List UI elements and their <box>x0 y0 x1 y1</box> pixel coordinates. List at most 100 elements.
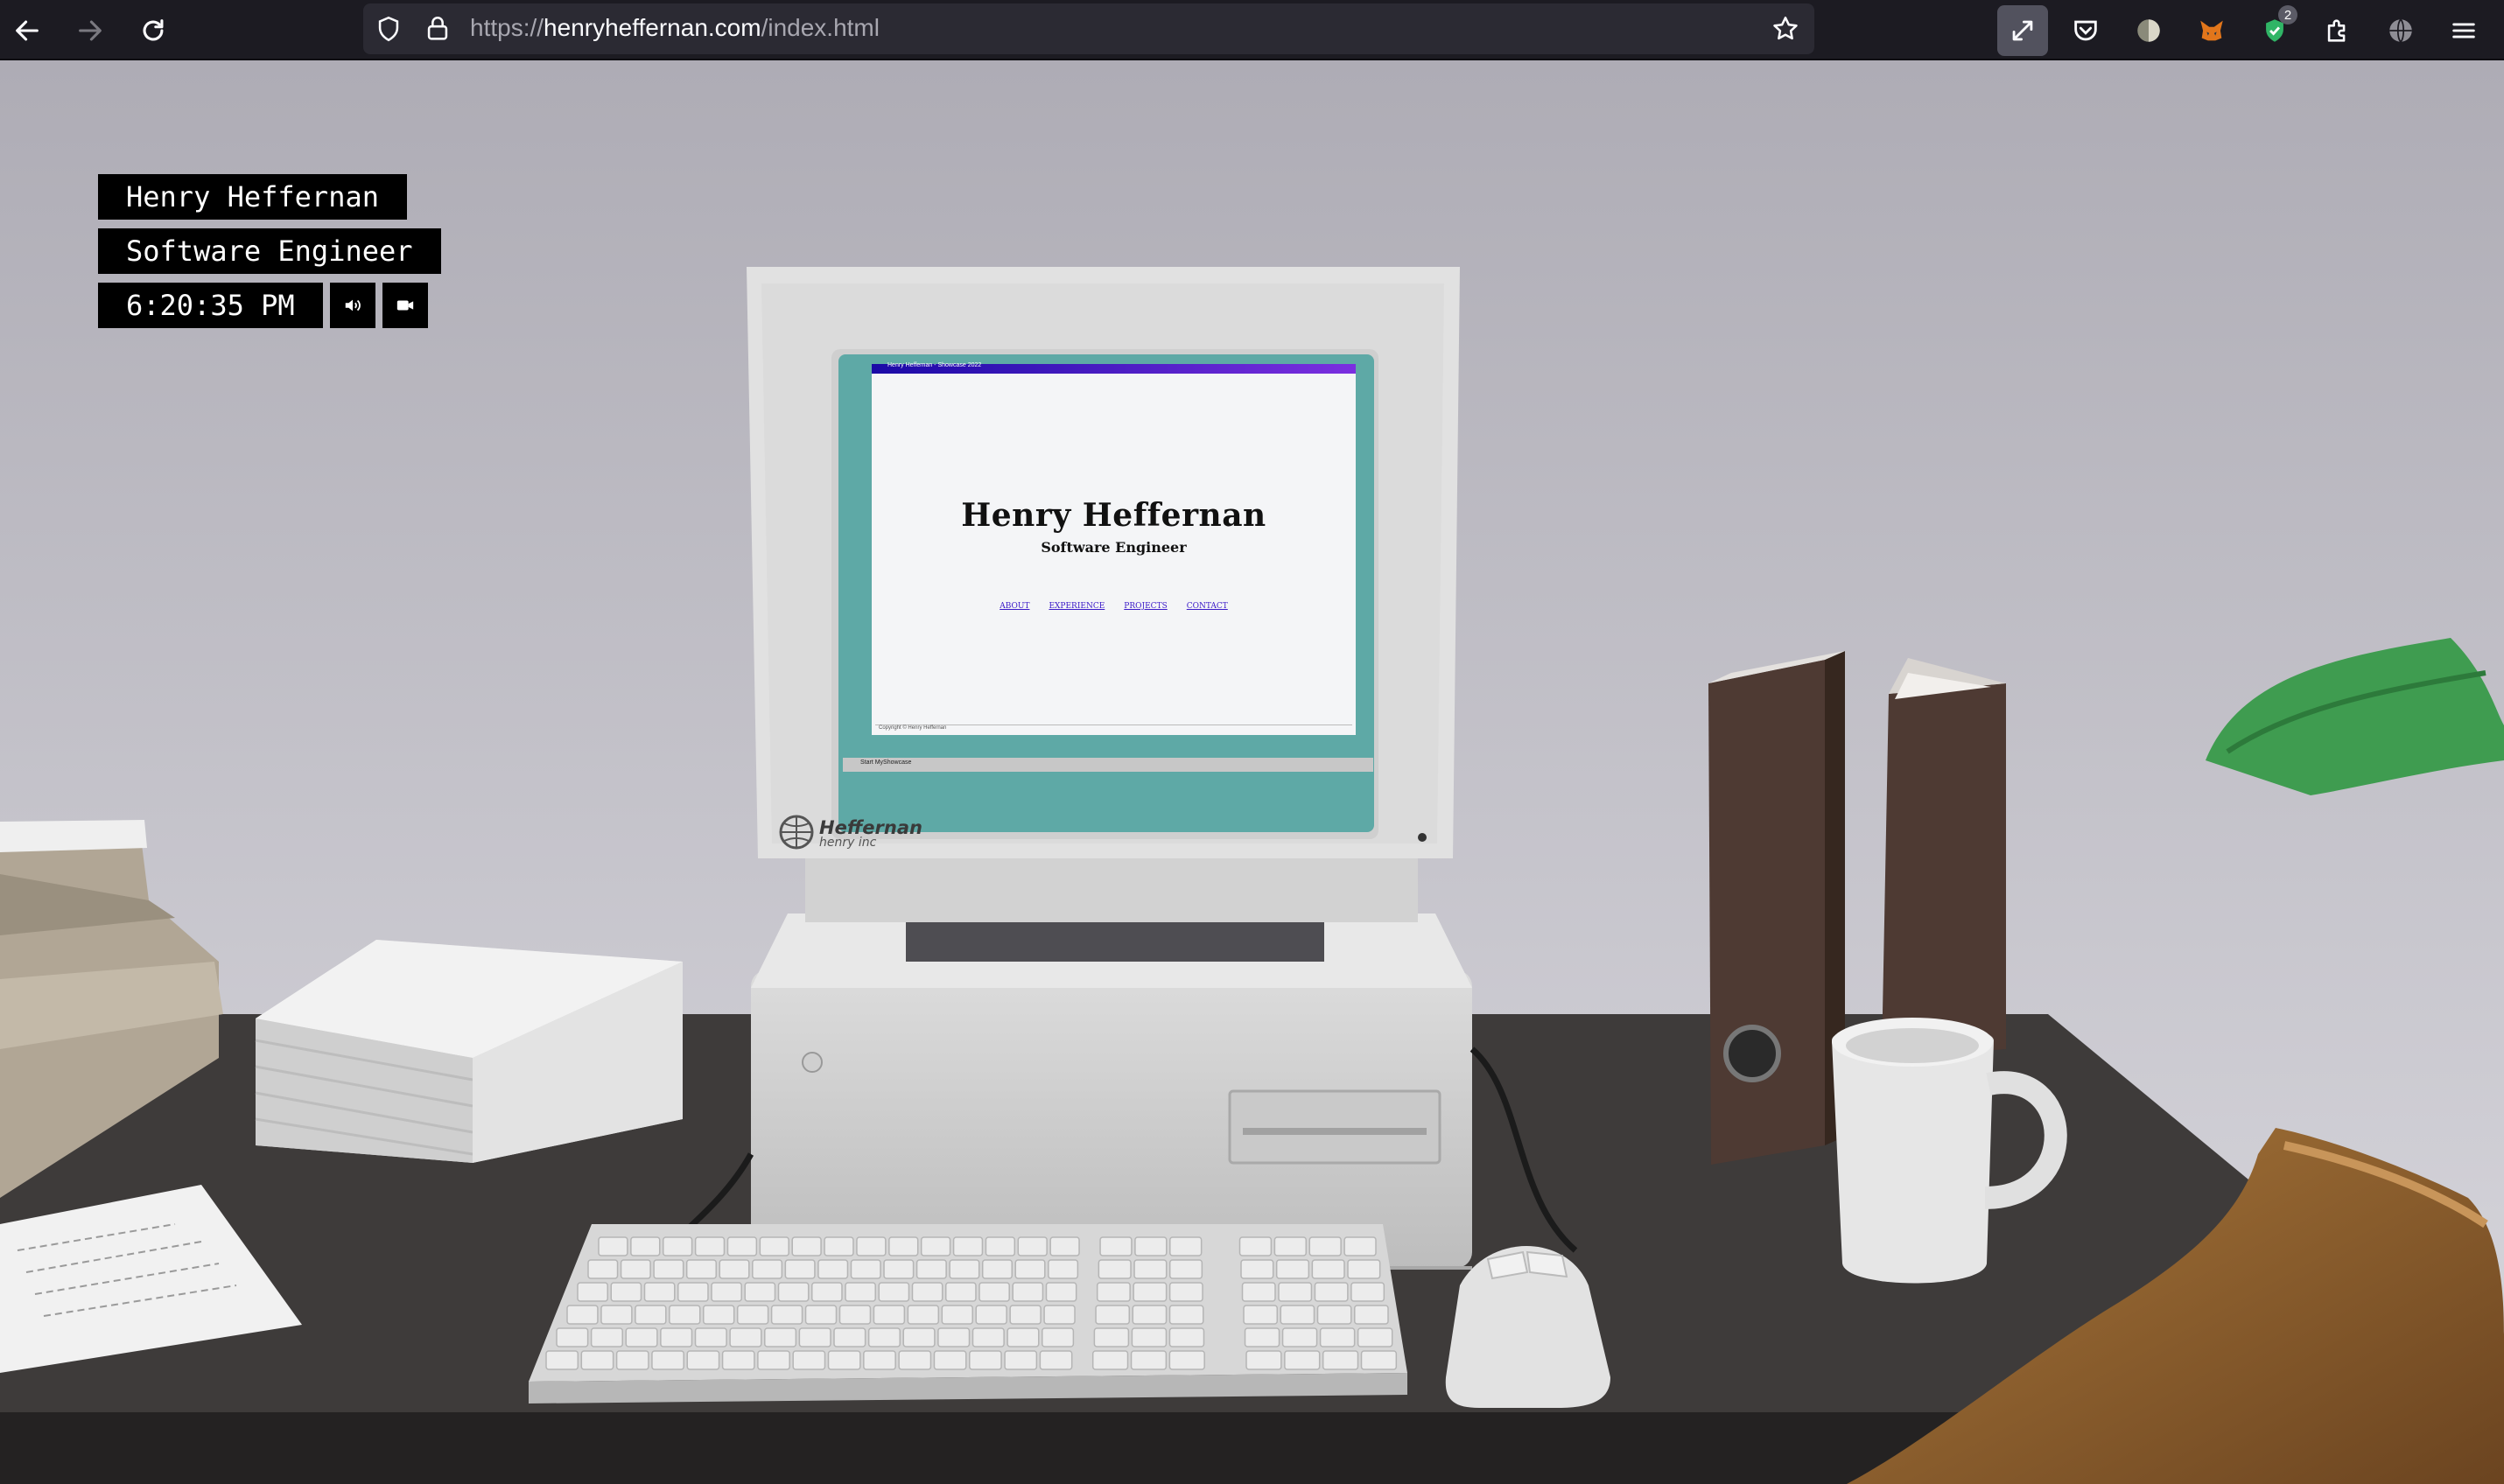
reload-icon <box>143 19 164 41</box>
keyboard-key <box>863 1350 896 1370</box>
url-bar[interactable]: https://henryheffernan.com/index.html <box>363 4 1814 54</box>
keyboard-key <box>545 1350 579 1370</box>
keyboard-key <box>792 1350 826 1370</box>
crt-taskbar-text: Start MyShowcase <box>860 760 912 766</box>
shield-icon[interactable] <box>374 14 403 44</box>
keyboard-key <box>969 1350 1002 1370</box>
keyboard-key <box>981 1259 1014 1279</box>
globe-button[interactable] <box>2375 5 2426 56</box>
keyboard-key <box>577 1282 608 1302</box>
crt-heading: Henry Heffernan <box>961 497 1266 534</box>
keyboard-key <box>1134 1236 1168 1256</box>
keyboard-key <box>1322 1350 1359 1370</box>
keyboard <box>529 1224 1407 1404</box>
keyboard-key <box>726 1236 758 1256</box>
overlay-clock: 6:20:35 PM <box>98 283 323 328</box>
keyboard-key <box>1017 1236 1048 1256</box>
keyboard-key <box>798 1327 831 1348</box>
forward-button[interactable] <box>65 5 116 56</box>
keyboard-key <box>1093 1327 1130 1348</box>
pocket-button[interactable] <box>2060 5 2111 56</box>
extension-avatar-button[interactable] <box>2123 5 2174 56</box>
keyboard-key <box>630 1236 661 1256</box>
extensions-button[interactable] <box>2312 5 2363 56</box>
url-text[interactable]: https://henryheffernan.com/index.html <box>470 14 880 42</box>
keyboard-key <box>1012 1282 1044 1302</box>
keyboard-key <box>777 1282 810 1302</box>
crt-nav-projects[interactable]: PROJECTS <box>1124 602 1167 611</box>
keyboard-key <box>1311 1259 1345 1279</box>
keyboard-key <box>610 1282 642 1302</box>
keyboard-key <box>1168 1259 1203 1279</box>
keyboard-key <box>845 1282 876 1302</box>
reload-button[interactable] <box>128 5 179 56</box>
crt-screen[interactable]: Henry Heffernan - Showcase 2022 Henry He… <box>872 362 1356 735</box>
puzzle-icon <box>2327 19 2346 42</box>
keyboard-key <box>1357 1327 1393 1348</box>
keyboard-key <box>1041 1327 1075 1348</box>
keyboard-key <box>1131 1327 1168 1348</box>
keyboard-key <box>1308 1236 1342 1256</box>
back-button[interactable] <box>2 5 53 56</box>
desk-scene[interactable]: Henry Heffernan - Showcase 2022 Henry He… <box>0 60 2504 1484</box>
keyboard-key <box>1360 1350 1398 1370</box>
crt-nav-contact[interactable]: CONTACT <box>1187 602 1228 611</box>
keyboard-key <box>598 1236 628 1256</box>
keyboard-key <box>686 1350 720 1370</box>
keyboard-key <box>1245 1350 1282 1370</box>
keyboard-key <box>1168 1350 1205 1370</box>
shield-extension-button[interactable]: 2 <box>2249 5 2300 56</box>
keyboard-key <box>1098 1259 1132 1279</box>
star-icon[interactable] <box>1771 14 1800 44</box>
keyboard-key <box>1354 1305 1389 1325</box>
keyboard-key <box>660 1327 693 1348</box>
crt-window-title: Henry Heffernan - Showcase 2022 <box>887 362 982 368</box>
keyboard-key <box>669 1305 701 1325</box>
keyboard-key <box>1095 1305 1131 1325</box>
keyboard-key <box>850 1259 881 1279</box>
keyboard-key <box>625 1327 658 1348</box>
keyboard-key <box>907 1305 940 1325</box>
keyboard-key <box>651 1350 685 1370</box>
keyboard-key <box>941 1305 973 1325</box>
keyboard-key <box>685 1259 717 1279</box>
volume-button[interactable] <box>330 283 375 328</box>
keyboard-key <box>711 1282 742 1302</box>
keyboard-key <box>1241 1282 1276 1302</box>
extension-avatar-icon <box>2137 19 2160 42</box>
keyboard-key <box>744 1282 776 1302</box>
keyboard-key <box>784 1259 816 1279</box>
keyboard-key <box>694 1327 727 1348</box>
fullscreen-button[interactable] <box>1997 5 2048 56</box>
keyboard-key <box>1281 1327 1318 1348</box>
keyboard-key <box>620 1259 651 1279</box>
keyboard-key <box>1043 1305 1076 1325</box>
metamask-button[interactable] <box>2186 5 2237 56</box>
keyboard-key <box>920 1236 951 1256</box>
scene-graphic <box>0 60 2504 1484</box>
keyboard-key <box>694 1236 726 1256</box>
camera-button[interactable] <box>382 283 428 328</box>
crt-status-text: Copyright © Henry Heffernan <box>879 725 947 731</box>
keyboard-key <box>729 1327 762 1348</box>
keyboard-key <box>1091 1350 1129 1370</box>
volume-icon <box>345 299 361 312</box>
keyboard-key <box>580 1350 614 1370</box>
keyboard-key <box>1244 1327 1280 1348</box>
url-path: /index.html <box>761 14 880 41</box>
keyboard-key <box>1350 1282 1385 1302</box>
crt-nav: ABOUT EXPERIENCE PROJECTS CONTACT <box>872 602 1356 611</box>
crt-nav-experience[interactable]: EXPERIENCE <box>1049 602 1105 611</box>
keyboard-key <box>1133 1259 1168 1279</box>
crt-window-titlebar: Henry Heffernan - Showcase 2022 <box>872 362 1356 374</box>
keyboard-key <box>1132 1305 1168 1325</box>
lock-icon[interactable] <box>423 14 452 44</box>
crt-nav-about[interactable]: ABOUT <box>999 602 1029 611</box>
keyboard-key <box>587 1259 619 1279</box>
menu-button[interactable] <box>2438 5 2489 56</box>
browser-toolbar: https://henryheffernan.com/index.html 2 <box>0 0 2504 60</box>
keyboard-key <box>856 1236 887 1256</box>
crt-taskbar[interactable]: Start MyShowcase <box>843 758 1373 772</box>
keyboard-key <box>1280 1305 1315 1325</box>
keyboard-key <box>1169 1236 1203 1256</box>
